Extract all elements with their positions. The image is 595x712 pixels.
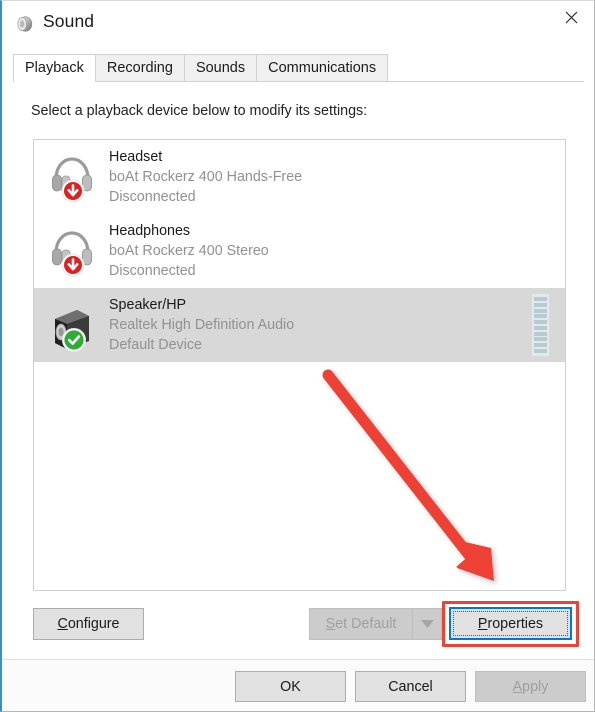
speaker-box-icon — [47, 297, 97, 353]
device-status: Disconnected — [109, 262, 196, 279]
cancel-label: Cancel — [388, 678, 433, 695]
meter-segment — [534, 331, 547, 336]
headphones-icon — [47, 149, 97, 205]
meter-segment — [534, 302, 547, 307]
meter-segment — [534, 297, 547, 301]
device-info: Speaker/HP Realtek High Definition Audio… — [109, 296, 294, 355]
tab-recording[interactable]: Recording — [94, 54, 185, 81]
instruction-label: Select a playback device below to modify… — [31, 103, 368, 119]
device-description: Realtek High Definition Audio — [109, 316, 295, 333]
tab-sounds[interactable]: Sounds — [183, 54, 258, 81]
meter-segment — [534, 343, 547, 348]
device-list-item-headset[interactable]: Headset boAt Rockerz 400 Hands-Free Disc… — [34, 140, 565, 214]
volume-level-meter — [532, 294, 549, 356]
meter-segment — [534, 308, 547, 313]
device-list-item-headphones[interactable]: Headphones boAt Rockerz 400 Stereo Disco… — [34, 214, 565, 288]
device-name: Headphones — [109, 222, 191, 239]
speaker-icon — [14, 13, 36, 35]
set-default-group[interactable]: Set Default — [309, 608, 442, 640]
configure-button[interactable]: Configure — [33, 608, 144, 640]
meter-segment — [534, 320, 547, 325]
sound-dialog: Sound Playback Recording Sounds Communic… — [0, 0, 595, 712]
device-status: Disconnected — [109, 188, 196, 205]
meter-segment — [534, 314, 547, 319]
device-description: boAt Rockerz 400 Hands-Free — [109, 168, 303, 185]
tab-communications[interactable]: Communications — [256, 54, 389, 81]
title-bar: Sound — [2, 1, 594, 47]
dialog-footer: OK Cancel Apply — [2, 659, 594, 711]
device-name: Headset — [109, 148, 163, 165]
meter-segment — [534, 325, 547, 330]
chevron-down-icon[interactable] — [412, 609, 441, 639]
configure-label: Configure — [57, 616, 120, 632]
meter-segment — [534, 348, 547, 353]
set-default-button[interactable]: Set Default — [310, 609, 412, 639]
device-list-item-speaker-hp[interactable]: Speaker/HP Realtek High Definition Audio… — [34, 288, 565, 362]
device-info: Headset boAt Rockerz 400 Hands-Free Disc… — [109, 148, 302, 207]
playback-device-list[interactable]: Headset boAt Rockerz 400 Hands-Free Disc… — [33, 139, 566, 591]
tab-playback[interactable]: Playback — [13, 54, 96, 82]
apply-button: Apply — [475, 671, 586, 702]
apply-label: Apply — [512, 678, 549, 695]
close-icon[interactable] — [548, 1, 594, 34]
cancel-button[interactable]: Cancel — [355, 671, 466, 702]
ok-button[interactable]: OK — [235, 671, 346, 702]
tab-strip: Playback Recording Sounds Communications — [13, 54, 584, 82]
device-status: Default Device — [109, 336, 202, 353]
meter-segment — [534, 337, 547, 342]
window-title: Sound — [43, 11, 95, 31]
device-name: Speaker/HP — [109, 296, 187, 313]
device-description: boAt Rockerz 400 Stereo — [109, 242, 269, 259]
headphones-icon — [47, 223, 97, 279]
set-default-label: Set Default — [325, 616, 397, 632]
properties-button[interactable]: Properties — [449, 607, 572, 640]
device-info: Headphones boAt Rockerz 400 Stereo Disco… — [109, 222, 269, 281]
properties-label: Properties — [477, 615, 544, 632]
ok-label: OK — [280, 678, 301, 695]
